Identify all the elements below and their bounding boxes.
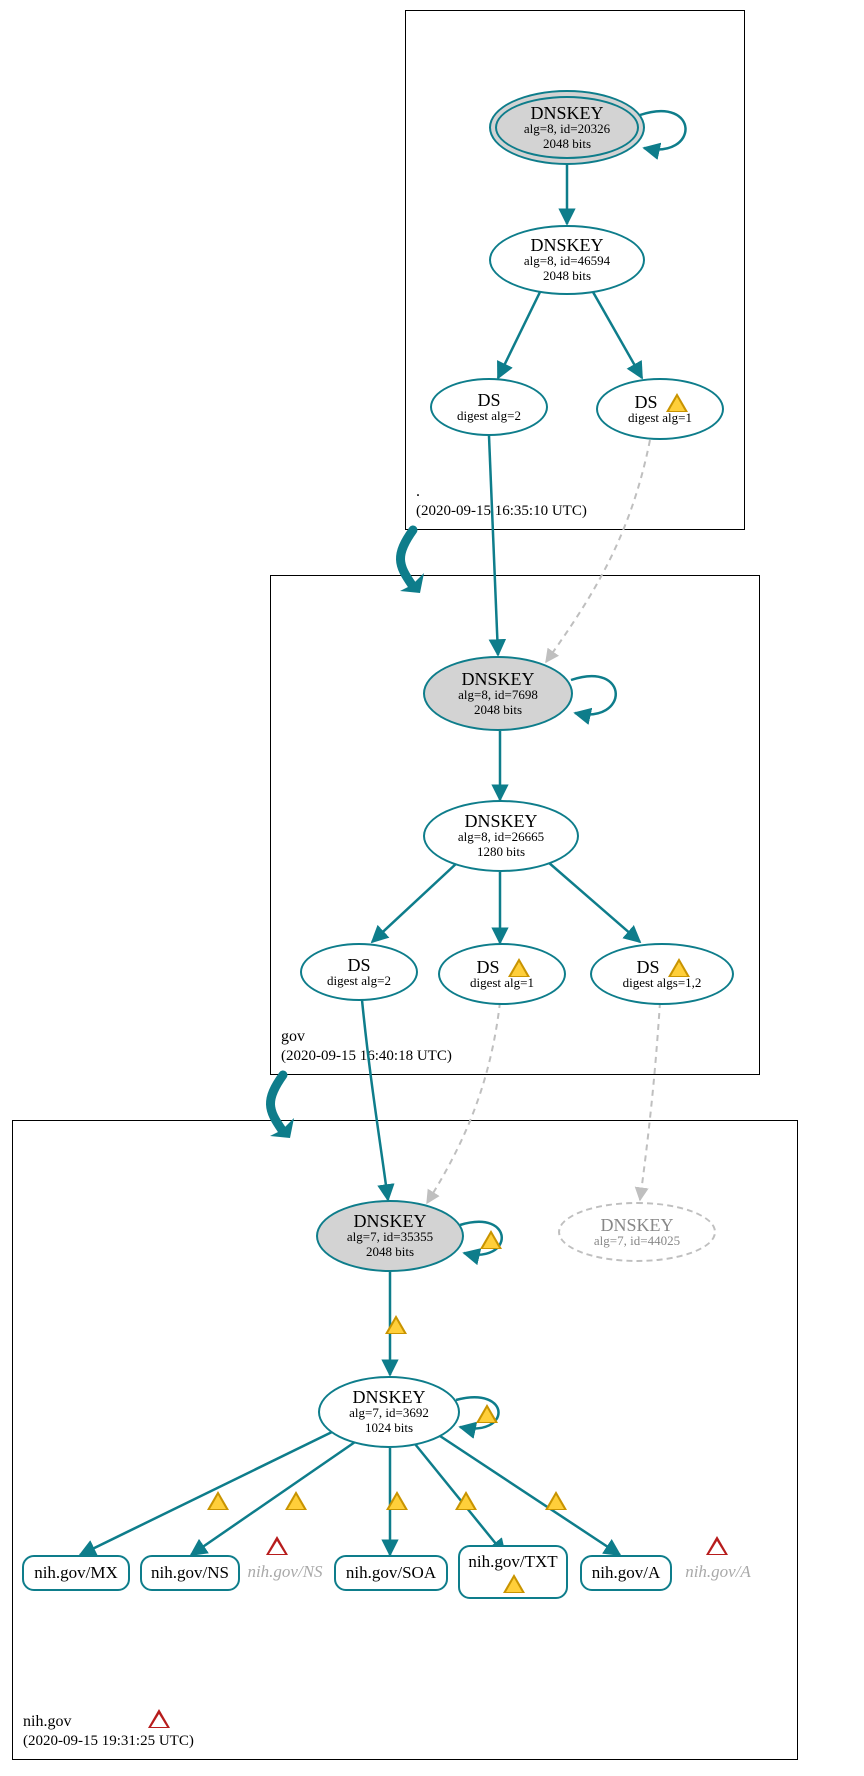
root-ds-alg1: DS ! digest alg=1: [596, 378, 724, 440]
gov-ds-alg1: DS ! digest alg=1: [438, 943, 566, 1005]
zone-root-label: . (2020-09-15 16:35:10 UTC): [416, 482, 587, 521]
warning-icon: !: [508, 958, 528, 976]
nih-ksk-dnskey: DNSKEY alg=7, id=35355 2048 bits: [316, 1200, 464, 1272]
leaf-nihgov-a-ghost: nih.gov/A: [682, 1560, 754, 1584]
zone-root-time: (2020-09-15 16:35:10 UTC): [416, 502, 587, 521]
node-title: DNSKEY: [353, 1212, 426, 1230]
node-sub: digest alg=1: [628, 411, 692, 426]
nih-zsk-dnskey: DNSKEY alg=7, id=3692 1024 bits: [318, 1376, 460, 1448]
warning-icon: !: [666, 393, 686, 411]
nih-ghost-dnskey: DNSKEY alg=7, id=44025: [558, 1202, 716, 1262]
node-title: DS: [634, 393, 657, 411]
zone-nihgov-time: (2020-09-15 19:31:25 UTC): [23, 1732, 194, 1751]
node-title: DNSKEY: [530, 104, 603, 122]
node-sub: digest alg=2: [457, 409, 521, 424]
root-ds-alg2: DS digest alg=2: [430, 378, 548, 436]
node-title: DNSKEY: [352, 1388, 425, 1406]
node-sub: alg=8, id=46594: [524, 254, 610, 269]
node-sub: alg=8, id=7698: [458, 688, 538, 703]
node-sub: 2048 bits: [543, 269, 591, 284]
node-sub: digest alg=1: [470, 976, 534, 991]
node-title: DS: [476, 958, 499, 976]
node-title: DNSKEY: [530, 236, 603, 254]
node-sub: digest algs=1,2: [623, 976, 702, 991]
gov-zsk-dnskey: DNSKEY alg=8, id=26665 1280 bits: [423, 800, 579, 872]
leaf-label: nih.gov/TXT: [468, 1552, 557, 1572]
warning-icon: !: [503, 1574, 523, 1592]
node-sub: alg=7, id=3692: [349, 1406, 429, 1421]
node-sub: alg=8, id=20326: [524, 122, 610, 137]
dnssec-chain-diagram: . (2020-09-15 16:35:10 UTC) gov (2020-09…: [0, 0, 864, 1776]
leaf-nihgov-ns-ghost: nih.gov/NS: [244, 1560, 326, 1584]
node-title: DNSKEY: [464, 812, 537, 830]
gov-ds-alg2: DS digest alg=2: [300, 943, 418, 1001]
zone-root-name: .: [416, 482, 587, 502]
zone-gov-label: gov (2020-09-15 16:40:18 UTC): [281, 1027, 452, 1066]
zone-nihgov-name: nih.gov: [23, 1712, 194, 1732]
gov-ds-algs12: DS ! digest algs=1,2: [590, 943, 734, 1005]
node-sub: 2048 bits: [474, 703, 522, 718]
node-title: DS: [477, 391, 500, 409]
node-sub: alg=7, id=44025: [594, 1234, 680, 1249]
leaf-nihgov-txt: nih.gov/TXT !: [458, 1545, 568, 1599]
gov-ksk-dnskey: DNSKEY alg=8, id=7698 2048 bits: [423, 656, 573, 731]
zone-nihgov-label: nih.gov (2020-09-15 19:31:25 UTC): [23, 1712, 194, 1751]
node-title: DS: [636, 958, 659, 976]
warning-icon: !: [668, 958, 688, 976]
leaf-nihgov-a: nih.gov/A: [580, 1555, 672, 1591]
node-title: DS: [347, 956, 370, 974]
node-sub: alg=7, id=35355: [347, 1230, 433, 1245]
root-ksk-dnskey: DNSKEY alg=8, id=20326 2048 bits: [489, 90, 645, 165]
zone-gov-name: gov: [281, 1027, 452, 1047]
node-sub: 2048 bits: [366, 1245, 414, 1260]
node-sub: alg=8, id=26665: [458, 830, 544, 845]
leaf-nihgov-ns: nih.gov/NS: [140, 1555, 240, 1591]
leaf-nihgov-mx: nih.gov/MX: [22, 1555, 130, 1591]
zone-gov-time: (2020-09-15 16:40:18 UTC): [281, 1047, 452, 1066]
node-title: DNSKEY: [461, 670, 534, 688]
node-title: DNSKEY: [600, 1216, 673, 1234]
root-zsk-dnskey: DNSKEY alg=8, id=46594 2048 bits: [489, 225, 645, 295]
node-sub: 1280 bits: [477, 845, 525, 860]
node-sub: digest alg=2: [327, 974, 391, 989]
node-sub: 2048 bits: [543, 137, 591, 152]
node-sub: 1024 bits: [365, 1421, 413, 1436]
leaf-nihgov-soa: nih.gov/SOA: [334, 1555, 448, 1591]
